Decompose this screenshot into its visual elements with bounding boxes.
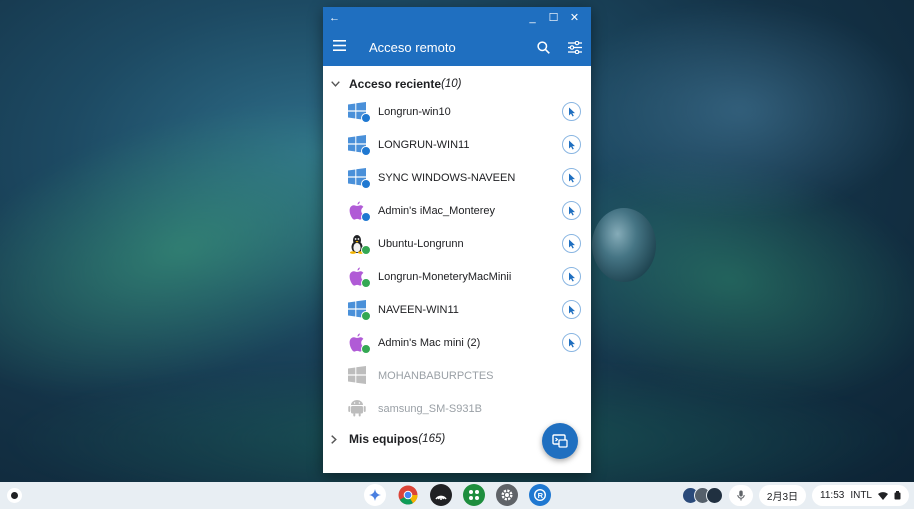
search-icon[interactable] bbox=[527, 40, 559, 54]
chevron-down-icon bbox=[331, 81, 349, 87]
back-arrow-icon[interactable]: ← bbox=[329, 12, 343, 24]
remote-access-window: ← _ ☐ ✕ Acceso remoto Acceso reciente (1… bbox=[323, 7, 591, 473]
device-name: LONGRUN-WIN11 bbox=[378, 138, 470, 151]
online-status-badge bbox=[361, 179, 371, 189]
device-name: Admin's Mac mini (2) bbox=[378, 336, 481, 349]
connect-cursor-icon[interactable] bbox=[562, 201, 581, 220]
podcast-app-icon[interactable] bbox=[430, 484, 452, 506]
hamburger-menu-icon[interactable] bbox=[323, 38, 367, 56]
device-row[interactable]: NAVEEN-WIN11 bbox=[323, 293, 591, 326]
device-name: samsung_SM-S931B bbox=[378, 402, 482, 415]
clock-time: 11:53 bbox=[820, 490, 845, 501]
device-name: MOHANBABURPCTES bbox=[378, 369, 494, 382]
connect-cursor-icon[interactable] bbox=[562, 135, 581, 154]
connect-cursor-icon[interactable] bbox=[562, 333, 581, 352]
connect-cursor-icon[interactable] bbox=[562, 300, 581, 319]
my-devices-label: Mis equipos bbox=[349, 432, 419, 446]
app-bar: Acceso remoto bbox=[323, 28, 591, 66]
apple-icon bbox=[348, 267, 371, 288]
page-title: Acceso remoto bbox=[369, 39, 456, 55]
status-area[interactable]: 11:53 INTL bbox=[812, 485, 909, 506]
apple-icon bbox=[348, 201, 371, 222]
device-name: Ubuntu-Longrunn bbox=[378, 237, 464, 250]
pinned-apps: R bbox=[364, 484, 551, 506]
recent-access-label: Acceso reciente bbox=[349, 77, 442, 91]
windows-icon bbox=[348, 168, 371, 189]
apps-grid-icon[interactable] bbox=[463, 484, 485, 506]
svg-text:R: R bbox=[538, 491, 544, 500]
settings-gear-icon[interactable] bbox=[496, 484, 518, 506]
remote-connect-fab[interactable] bbox=[542, 423, 578, 459]
device-name: Longrun-win10 bbox=[378, 105, 451, 118]
recent-access-count: (10) bbox=[441, 78, 462, 90]
remote-screen-icon bbox=[552, 434, 568, 448]
linux-icon bbox=[348, 234, 371, 255]
connect-cursor-icon[interactable] bbox=[562, 102, 581, 121]
filter-settings-icon[interactable] bbox=[559, 40, 591, 54]
online-status-badge bbox=[361, 245, 371, 255]
windows-icon bbox=[348, 300, 371, 321]
notification-avatars[interactable] bbox=[681, 487, 723, 504]
launcher-button[interactable] bbox=[7, 488, 22, 503]
recent-access-header[interactable]: Acceso reciente (10) bbox=[323, 73, 591, 95]
chromeos-shelf: R 2月3日 11:53 INTL bbox=[0, 482, 914, 509]
minimize-button[interactable]: _ bbox=[522, 12, 543, 24]
online-status-badge bbox=[361, 278, 371, 288]
connect-cursor-icon[interactable] bbox=[562, 168, 581, 187]
device-row[interactable]: Admin's Mac mini (2) bbox=[323, 326, 591, 359]
online-status-badge bbox=[361, 146, 371, 156]
apple-icon bbox=[348, 333, 371, 354]
microphone-icon[interactable] bbox=[728, 485, 753, 506]
device-row[interactable]: LONGRUN-WIN11 bbox=[323, 128, 591, 161]
remote-access-app-icon[interactable]: R bbox=[529, 484, 551, 506]
device-row[interactable]: MOHANBABURPCTES bbox=[323, 359, 591, 392]
my-devices-count: (165) bbox=[418, 433, 446, 445]
online-status-badge bbox=[361, 344, 371, 354]
online-status-badge bbox=[361, 113, 371, 123]
connect-cursor-icon[interactable] bbox=[562, 267, 581, 286]
input-method-label: INTL bbox=[850, 490, 872, 501]
date-display[interactable]: 2月3日 bbox=[758, 485, 807, 506]
device-name: SYNC WINDOWS-NAVEEN bbox=[378, 171, 516, 184]
recent-device-list: Longrun-win10 LONGRUN-WIN11 SYNC WINDOWS-N… bbox=[323, 95, 591, 425]
android-icon bbox=[348, 399, 370, 419]
online-status-badge bbox=[361, 311, 371, 321]
device-name: NAVEEN-WIN11 bbox=[378, 303, 459, 316]
chrome-app-icon[interactable] bbox=[397, 484, 419, 506]
device-row[interactable]: Ubuntu-Longrunn bbox=[323, 227, 591, 260]
device-name: Admin's iMac_Monterey bbox=[378, 204, 496, 217]
windows-icon bbox=[348, 135, 371, 156]
online-status-badge bbox=[361, 212, 371, 222]
device-row[interactable]: Admin's iMac_Monterey bbox=[323, 194, 591, 227]
close-button[interactable]: ✕ bbox=[564, 11, 585, 24]
chevron-right-icon bbox=[331, 434, 349, 444]
wifi-icon bbox=[878, 491, 888, 500]
device-row[interactable]: samsung_SM-S931B bbox=[323, 392, 591, 425]
device-row[interactable]: Longrun-MoneteryMacMinii bbox=[323, 260, 591, 293]
maximize-button[interactable]: ☐ bbox=[543, 11, 564, 24]
gemini-app-icon[interactable] bbox=[364, 484, 386, 506]
connect-cursor-icon[interactable] bbox=[562, 234, 581, 253]
windows-icon bbox=[348, 102, 371, 123]
window-titlebar: ← _ ☐ ✕ bbox=[323, 7, 591, 28]
system-tray: 2月3日 11:53 INTL bbox=[681, 485, 909, 506]
battery-icon bbox=[894, 491, 901, 500]
device-row[interactable]: SYNC WINDOWS-NAVEEN bbox=[323, 161, 591, 194]
device-name: Longrun-MoneteryMacMinii bbox=[378, 270, 512, 283]
windows-icon bbox=[348, 366, 370, 386]
device-row[interactable]: Longrun-win10 bbox=[323, 95, 591, 128]
